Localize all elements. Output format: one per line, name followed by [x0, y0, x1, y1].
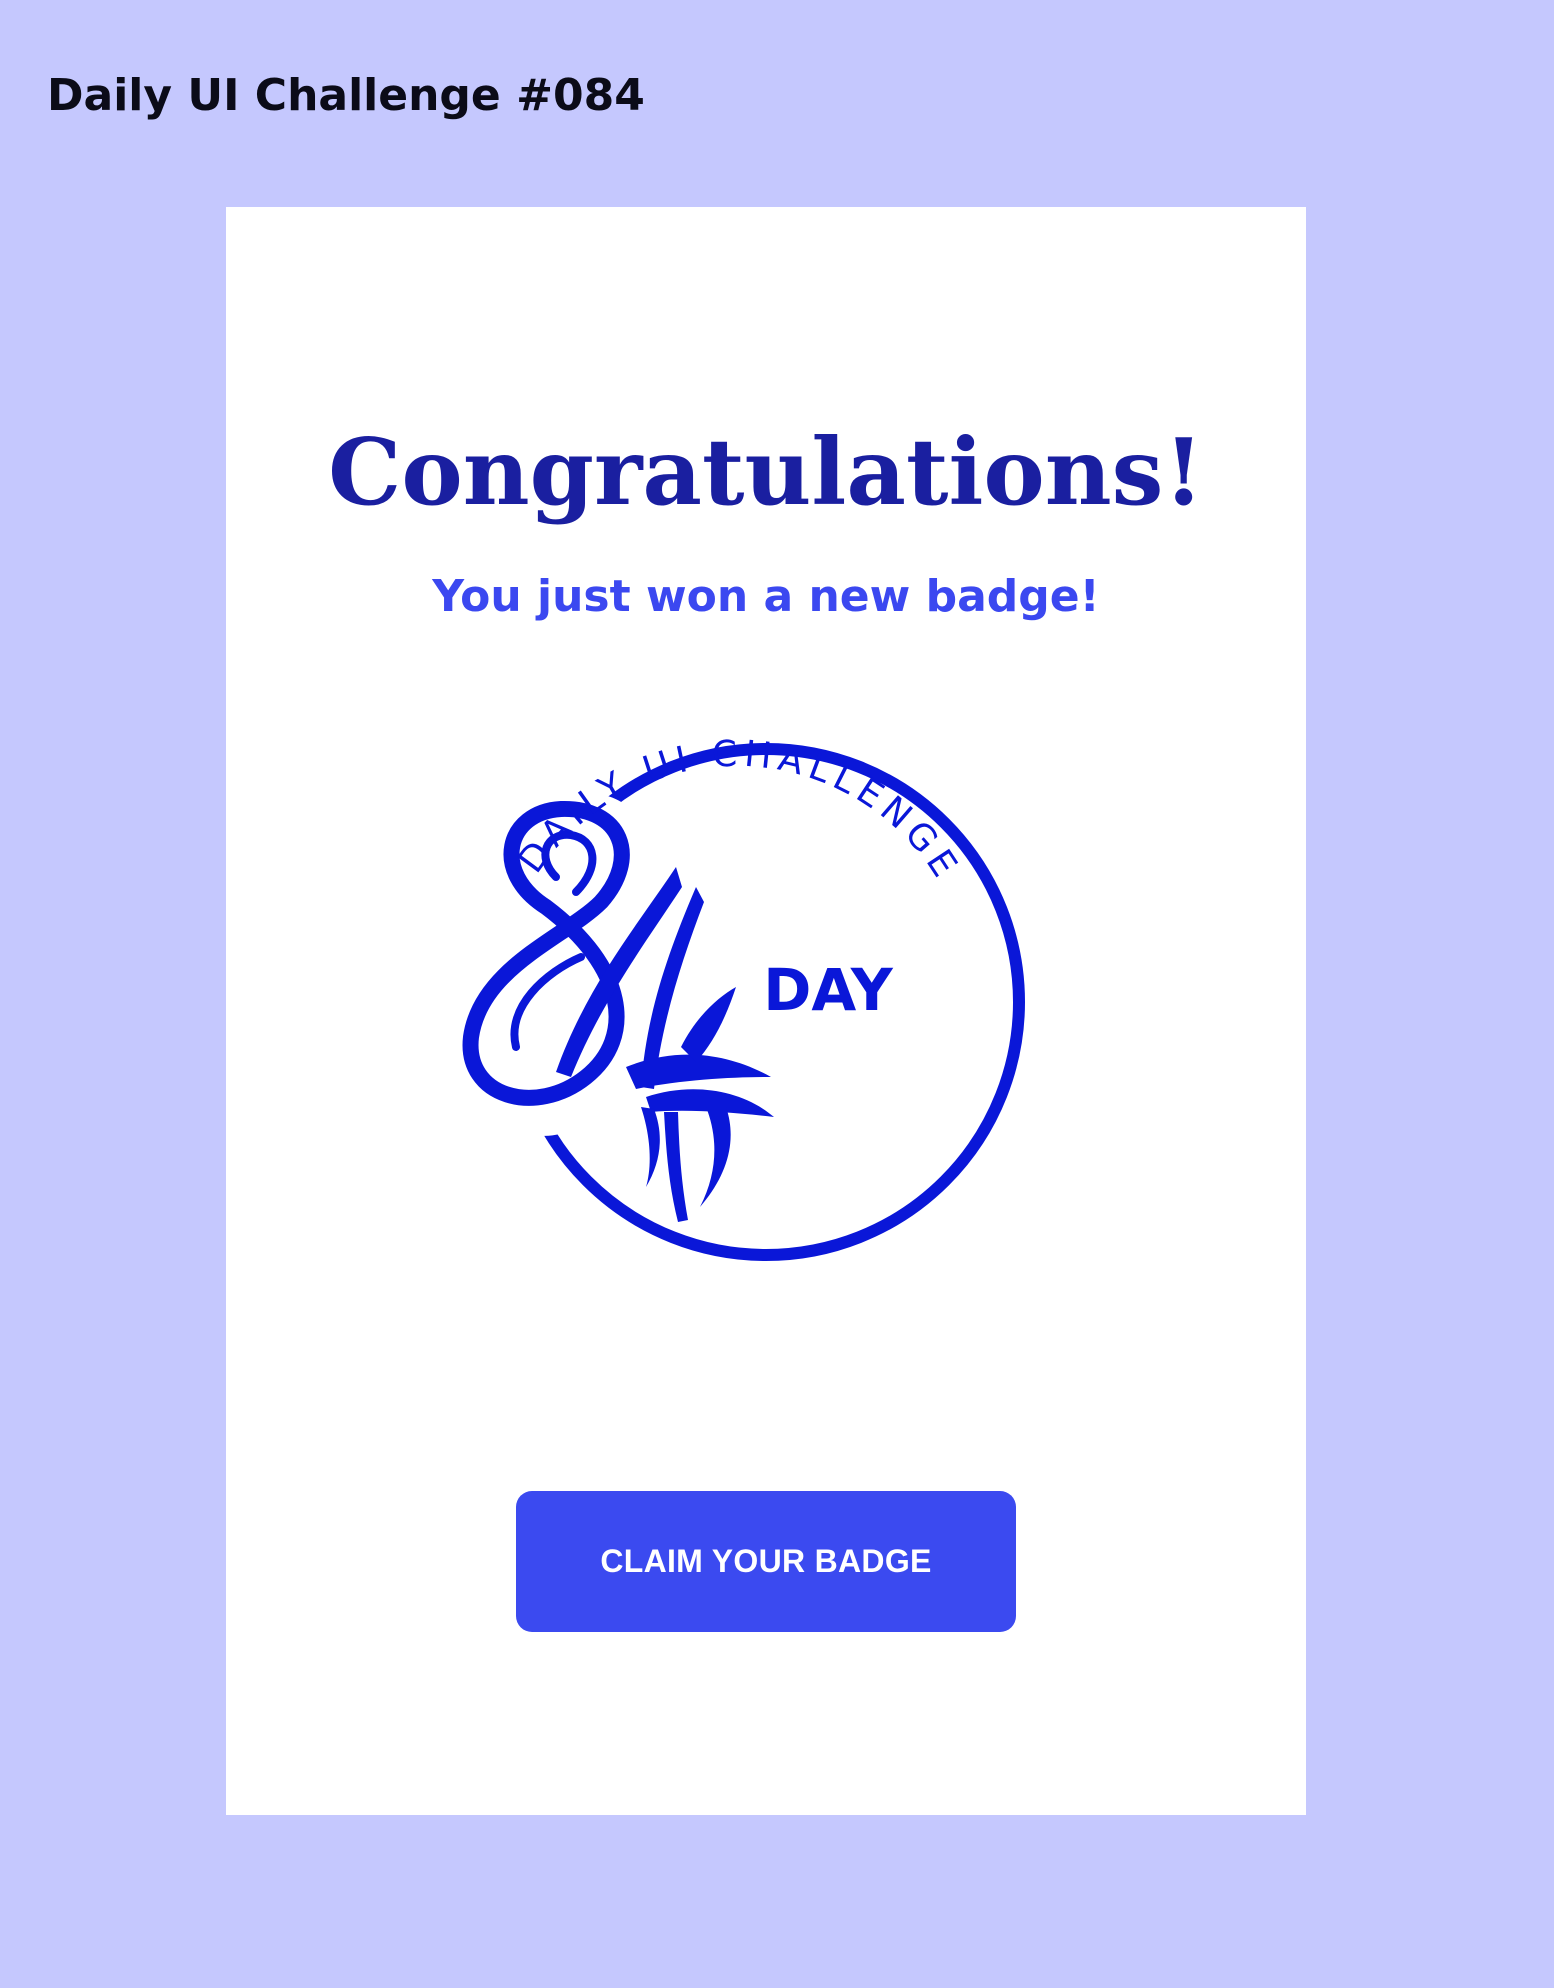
badge-day-label: DAY — [763, 956, 893, 1024]
congratulations-title: Congratulations! — [328, 418, 1204, 526]
badge-subtitle: You just won a new badge! — [432, 571, 1100, 622]
badge-emblem: DAY DAILY UI CHALLENGE — [432, 734, 1025, 1261]
claim-badge-button[interactable]: CLAIM YOUR BADGE — [516, 1491, 1016, 1632]
badge-card: Congratulations! You just won a new badg… — [226, 207, 1306, 1815]
page-heading: Daily UI Challenge #084 — [47, 70, 645, 121]
